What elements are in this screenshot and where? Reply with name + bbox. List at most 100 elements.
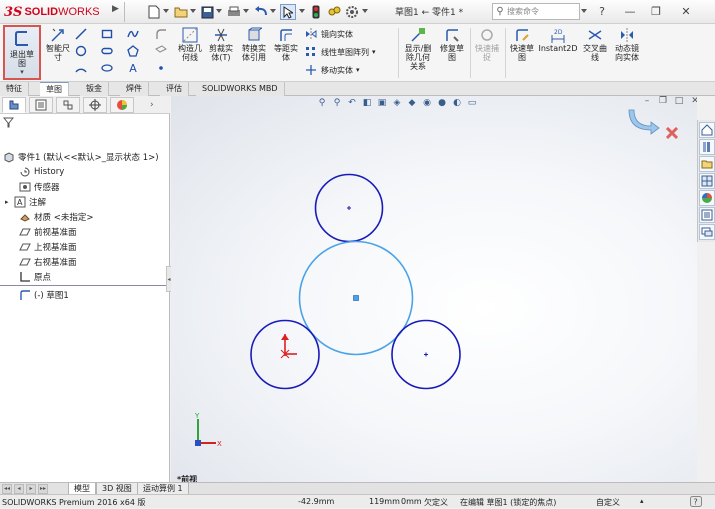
trim-entities-button[interactable]: 剪裁实 体(T)	[205, 27, 237, 62]
sketch-canvas[interactable]: Y X	[171, 96, 697, 482]
custom-properties-icon[interactable]	[699, 207, 715, 223]
tab-features[interactable]: 特征	[0, 82, 29, 96]
display-relations-button[interactable]: 显示/删 除几何 关系	[402, 27, 434, 71]
point-icon[interactable]	[154, 61, 168, 75]
intersection-curve-button[interactable]: 交叉曲 线	[580, 27, 610, 62]
select-dropdown-icon[interactable]	[299, 9, 305, 13]
polygon-icon[interactable]	[126, 44, 140, 58]
tree-item-annotations[interactable]: ▸ A 注解	[5, 194, 46, 209]
graphics-area[interactable]: ⚲ ⚲ ↶ ◧ ▣ ◈ ◆ ◉ ● ◐ ▭ – ❐ □ ✕ Y X *前视	[171, 96, 697, 482]
dynamic-mirror-button[interactable]: 动态镜 向实体	[611, 27, 643, 62]
configuration-manager-tab-icon[interactable]	[56, 97, 80, 113]
tree-item-origin[interactable]: 原点	[18, 269, 51, 284]
text-icon[interactable]: A	[126, 61, 140, 75]
instant2d-button[interactable]: 2D Instant2D	[538, 27, 578, 53]
ellipse-icon[interactable]	[100, 61, 114, 75]
display-manager-tab-icon[interactable]	[110, 97, 134, 113]
rapid-sketch-button[interactable]: 快速草 图	[507, 27, 537, 62]
cancel-sketch-icon[interactable]	[665, 126, 679, 140]
help-icon[interactable]: ?	[592, 3, 612, 20]
select-arrow-icon[interactable]	[280, 4, 296, 20]
plane-icon	[18, 240, 31, 253]
close-icon[interactable]: ✕	[676, 3, 696, 20]
options-gear-icon[interactable]	[344, 4, 360, 20]
model-tabs-bar: ◂◂ ◂ ▸ ▸▸ 模型 3D 视图 运动算例 1	[0, 482, 715, 495]
search-dropdown-icon[interactable]	[581, 9, 587, 13]
tab-mbd[interactable]: SOLIDWORKS MBD	[196, 82, 285, 96]
tab-weldments[interactable]: 焊件	[120, 82, 149, 96]
solidworks-resources-icon[interactable]	[699, 122, 715, 138]
save-icon[interactable]	[199, 4, 215, 20]
open-folder-icon[interactable]	[173, 4, 189, 20]
next-tab-arrow-icon[interactable]: ▸	[26, 484, 36, 494]
expand-arrow-icon[interactable]: ▸	[5, 198, 13, 206]
tree-item-top-plane[interactable]: 上视基准面	[18, 239, 77, 254]
tree-root-part[interactable]: 零件1 (默认<<默认>_显示状态 1>)	[2, 149, 159, 164]
minimize-icon[interactable]: —	[620, 3, 640, 20]
move-entities-button[interactable]: 移动实体 ▾	[304, 63, 394, 77]
options-dropdown-icon[interactable]	[362, 9, 368, 13]
convert-entities-button[interactable]: 转换实 体引用	[238, 27, 270, 62]
construction-geometry-button[interactable]: 构造几 何线	[175, 27, 205, 62]
repair-sketch-button[interactable]: 修复草 图	[437, 27, 467, 62]
task-pane	[697, 120, 715, 242]
print-icon[interactable]	[226, 4, 242, 20]
rollback-bar[interactable]	[0, 285, 170, 286]
filter-icon[interactable]	[2, 117, 15, 131]
prev-tab-arrow-icon[interactable]: ◂	[14, 484, 24, 494]
undo-icon[interactable]	[253, 4, 269, 20]
tree-item-sensors[interactable]: 传感器	[18, 179, 60, 194]
corner-rectangle-icon[interactable]	[100, 27, 114, 41]
line-icon[interactable]	[74, 27, 88, 41]
linear-pattern-button[interactable]: 线性草图阵列 ▾	[304, 45, 394, 59]
arc-icon[interactable]	[74, 61, 88, 75]
tree-item-sketch1[interactable]: (-) 草图1	[18, 287, 69, 302]
tree-item-history[interactable]: History	[18, 164, 64, 179]
spline-icon[interactable]	[126, 27, 140, 41]
tab-sketch[interactable]: 草图	[40, 82, 69, 96]
tree-item-material[interactable]: 材质 <未指定>	[18, 209, 93, 224]
appearances-scenes-icon[interactable]	[699, 190, 715, 206]
file-explorer-icon[interactable]	[699, 156, 715, 172]
restore-icon[interactable]: ❐	[646, 3, 666, 20]
rebuild-icon[interactable]	[326, 4, 342, 20]
first-tab-arrow-icon[interactable]: ◂◂	[2, 484, 12, 494]
last-tab-arrow-icon[interactable]: ▸▸	[38, 484, 48, 494]
undo-dropdown-icon[interactable]	[270, 9, 276, 13]
mirror-entities-button[interactable]: 镜向实体	[304, 27, 394, 41]
tab-evaluate[interactable]: 评估	[160, 82, 189, 96]
unit-system-selector[interactable]: 自定义	[596, 497, 620, 508]
slot-icon[interactable]	[100, 44, 114, 58]
new-dropdown-icon[interactable]	[163, 9, 169, 13]
unit-system-dropdown-icon[interactable]: ▴	[640, 497, 644, 505]
open-dropdown-icon[interactable]	[190, 9, 196, 13]
fillet-icon[interactable]	[154, 27, 168, 41]
view-palette-icon[interactable]	[699, 173, 715, 189]
design-library-icon[interactable]	[699, 139, 715, 155]
tree-item-right-plane[interactable]: 右视基准面	[18, 254, 77, 269]
offset-entities-button[interactable]: 等距实 体	[272, 27, 300, 62]
feature-tree-tab-icon[interactable]	[2, 97, 26, 113]
svg-text:Y: Y	[194, 412, 200, 420]
help-icon[interactable]: ?	[690, 496, 702, 509]
dimxpert-tab-icon[interactable]	[83, 97, 107, 113]
confirm-exit-sketch-icon[interactable]	[628, 109, 660, 135]
tab-sheet-metal[interactable]: 钣金	[80, 82, 109, 96]
fm-tabs-more-icon[interactable]: ›	[150, 100, 154, 110]
plane-sketch-icon[interactable]	[154, 44, 168, 58]
circle-icon[interactable]	[74, 44, 88, 58]
smart-dimension-button[interactable]: 智能尺 寸	[43, 27, 73, 62]
material-icon	[18, 210, 31, 223]
tree-item-front-plane[interactable]: 前视基准面	[18, 224, 77, 239]
repair-sketch-icon	[443, 27, 461, 43]
property-manager-tab-icon[interactable]	[29, 97, 53, 113]
print-dropdown-icon[interactable]	[243, 9, 249, 13]
new-file-icon[interactable]	[146, 4, 162, 20]
search-commands-input[interactable]: ⚲ 搜索命令	[492, 3, 580, 20]
save-dropdown-icon[interactable]	[216, 9, 222, 13]
quick-snaps-button[interactable]: 快速捕 捉	[472, 27, 502, 62]
traffic-light-icon[interactable]	[308, 4, 324, 20]
solidworks-forum-icon[interactable]	[699, 224, 715, 240]
exit-sketch-button[interactable]: 退出草 图 ▾	[3, 25, 41, 80]
menu-expand-arrow-icon[interactable]: ▶	[112, 4, 120, 20]
